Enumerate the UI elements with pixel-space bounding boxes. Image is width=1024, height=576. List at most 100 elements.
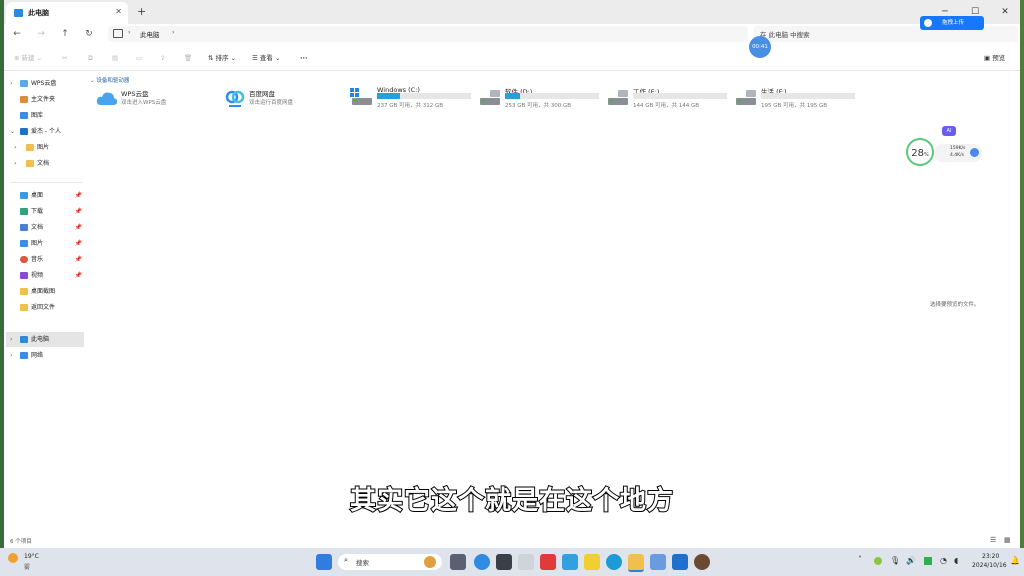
baidu-netdisk-item[interactable]: 百度网盘 双击运行百度网盘 — [222, 88, 342, 112]
speaker-icon[interactable]: 🔊 — [906, 556, 916, 565]
taskbar: 19°C 雾 ⌕ 搜索 ˄ 🎙 🔊 ◔ ◖ 23:20 2024/10/16 🔔 — [0, 548, 1024, 576]
ai-badge[interactable]: AI — [942, 126, 956, 136]
sidebar-item-network[interactable]: › 网络 — [6, 348, 84, 363]
drive-d[interactable]: 软件 (D:) 253 GB 可用，共 300 GB — [478, 86, 602, 110]
sidebar-chevron[interactable]: › — [14, 140, 16, 155]
sticky-notes-icon[interactable] — [584, 554, 600, 570]
onedrive-icon — [20, 128, 28, 135]
details-view-icon[interactable]: ☰ — [990, 536, 996, 544]
volume-icon[interactable]: ◖ — [954, 556, 958, 565]
address-field[interactable]: › 此电脑 › — [108, 26, 748, 42]
sidebar-item-music[interactable]: 音乐 📌 — [6, 252, 84, 267]
view-button[interactable]: ☰ 查看 ⌄ — [252, 51, 280, 65]
store-icon[interactable] — [672, 554, 688, 570]
refresh-icon[interactable]: ↻ — [82, 27, 96, 41]
recording-timer[interactable]: 00:41 — [749, 36, 771, 58]
item-name: 百度网盘 — [249, 90, 275, 98]
sidebar-item-label: 文档 — [37, 160, 50, 167]
help-app-icon[interactable] — [474, 554, 490, 570]
sort-button[interactable]: ⇅ 排序 ⌄ — [208, 51, 236, 65]
paste-icon[interactable]: ▤ — [112, 51, 118, 65]
todo-icon[interactable] — [562, 554, 578, 570]
sidebar-chevron[interactable]: › — [10, 76, 12, 91]
sidebar-item-documents[interactable]: › 文档 — [6, 156, 84, 171]
sidebar-item-docs[interactable]: 文档 📌 — [6, 220, 84, 235]
sidebar-item-return-files[interactable]: 返回文件 — [6, 300, 84, 315]
microphone-icon[interactable]: 🎙 — [890, 556, 900, 565]
baidu-upload-button[interactable]: 拖拽上传 — [920, 16, 984, 30]
delete-icon[interactable]: 🗑 — [184, 51, 192, 65]
drive-e[interactable]: 工作 (E:) 144 GB 可用，共 144 GB — [606, 86, 730, 110]
search-icon: ⌕ — [344, 556, 348, 564]
sidebar-item-desktop[interactable]: 桌面 📌 — [6, 188, 84, 203]
start-icon[interactable] — [316, 554, 332, 570]
item-count: 6 个项目 — [10, 539, 32, 545]
breadcrumb-chevron-end[interactable]: › — [172, 28, 175, 36]
tray-app-icon[interactable] — [874, 557, 882, 565]
sidebar-item-screenshots[interactable]: 桌面截图 — [6, 284, 84, 299]
accelerate-icon — [970, 148, 979, 157]
terminal-icon[interactable] — [496, 554, 512, 570]
tab-label: 此电脑 — [28, 9, 49, 17]
weather-icon[interactable] — [8, 553, 18, 563]
wifi-icon[interactable]: ◔ — [940, 556, 947, 565]
drive-free-space: 237 GB 可用，共 312 GB — [377, 103, 444, 109]
network-speed-widget[interactable]: 159K/s 4.4K/s 28% — [906, 138, 982, 168]
sidebar-chevron[interactable]: › — [10, 332, 12, 347]
folder-icon — [26, 160, 34, 167]
edge-browser-icon[interactable] — [606, 554, 622, 570]
tab-this-pc[interactable]: 此电脑 ✕ — [6, 2, 128, 24]
details-pane-button[interactable]: ▣ 预览 — [984, 51, 1005, 65]
tray-chevron-icon[interactable]: ˄ — [858, 555, 862, 564]
more-options-button[interactable]: ··· — [300, 51, 307, 65]
user-app-icon[interactable] — [694, 554, 710, 570]
tab-close-icon[interactable]: ✕ — [115, 7, 122, 16]
sidebar-chevron[interactable]: › — [14, 156, 16, 171]
group-header-devices[interactable]: ⌄ 设备和驱动器 — [90, 76, 129, 84]
up-arrow-icon[interactable]: ↑ — [58, 27, 72, 41]
clock-date[interactable]: 2024/10/16 — [972, 562, 1007, 569]
sidebar-chevron[interactable]: › — [10, 348, 12, 363]
back-arrow-icon[interactable]: ← — [10, 27, 24, 41]
taskbar-search[interactable]: ⌕ 搜索 — [338, 554, 442, 570]
new-tab-button[interactable]: + — [137, 5, 146, 18]
copy-icon[interactable]: ⧉ — [88, 51, 93, 65]
close-button[interactable]: ✕ — [990, 0, 1020, 24]
wechat-icon[interactable] — [924, 557, 932, 565]
sidebar-item-gallery[interactable]: 图库 — [6, 108, 84, 123]
file-explorer-icon[interactable] — [628, 554, 644, 572]
item-name: WPS云盘 — [121, 90, 149, 98]
app-icon[interactable] — [518, 554, 534, 570]
sidebar-item-onedrive[interactable]: ⌄ 爱杰 - 个人 — [6, 124, 84, 139]
pin-icon: 📌 — [74, 224, 82, 231]
search-placeholder: 在 此电脑 中搜索 — [760, 31, 810, 39]
tiles-view-icon[interactable]: ▦ — [1004, 536, 1011, 544]
navigation-pane: › WPS云盘 主文件夹 图库 ⌄ 爱杰 - 个人 › 图片 › 文档 桌面 📌 下载 📌 … — [4, 72, 86, 532]
mail-icon[interactable] — [650, 554, 666, 570]
desktop-icon — [20, 192, 28, 199]
sidebar-item-wps[interactable]: › WPS云盘 — [6, 76, 84, 91]
cut-icon[interactable]: ✂ — [62, 51, 67, 65]
drive-c[interactable]: Windows (C:) 237 GB 可用，共 312 GB — [350, 86, 474, 110]
task-view-icon[interactable] — [450, 554, 466, 570]
wps-cloud-item[interactable]: WPS云盘 双击进入WPS云盘 — [94, 88, 214, 112]
sidebar-item-label: 主文件夹 — [31, 96, 56, 103]
sidebar-item-this-pc[interactable]: › 此电脑 — [6, 332, 84, 347]
new-button[interactable]: ⊕ 新建 ⌄ — [14, 51, 42, 65]
app-red-icon[interactable] — [540, 554, 556, 570]
forward-arrow-icon[interactable]: → — [34, 27, 48, 41]
rename-icon[interactable]: ▭ — [136, 51, 142, 65]
sidebar-item-downloads[interactable]: 下载 📌 — [6, 204, 84, 219]
gallery-icon — [20, 112, 28, 119]
breadcrumb-this-pc[interactable]: 此电脑 — [140, 29, 160, 39]
sidebar-item-pictures[interactable]: › 图片 — [6, 140, 84, 155]
sidebar-item-home[interactable]: 主文件夹 — [6, 92, 84, 107]
clock-time[interactable]: 23:20 — [982, 553, 999, 560]
sidebar-item-videos[interactable]: 视频 📌 — [6, 268, 84, 283]
share-icon[interactable]: ⇪ — [160, 51, 165, 65]
sidebar-item-pics[interactable]: 图片 📌 — [6, 236, 84, 251]
sidebar-chevron[interactable]: ⌄ — [10, 124, 15, 139]
drive-usage-bar — [377, 93, 471, 99]
notification-icon[interactable]: 🔔 — [1010, 556, 1020, 565]
drive-f[interactable]: 生活 (F:) 195 GB 可用，共 195 GB — [734, 86, 858, 110]
